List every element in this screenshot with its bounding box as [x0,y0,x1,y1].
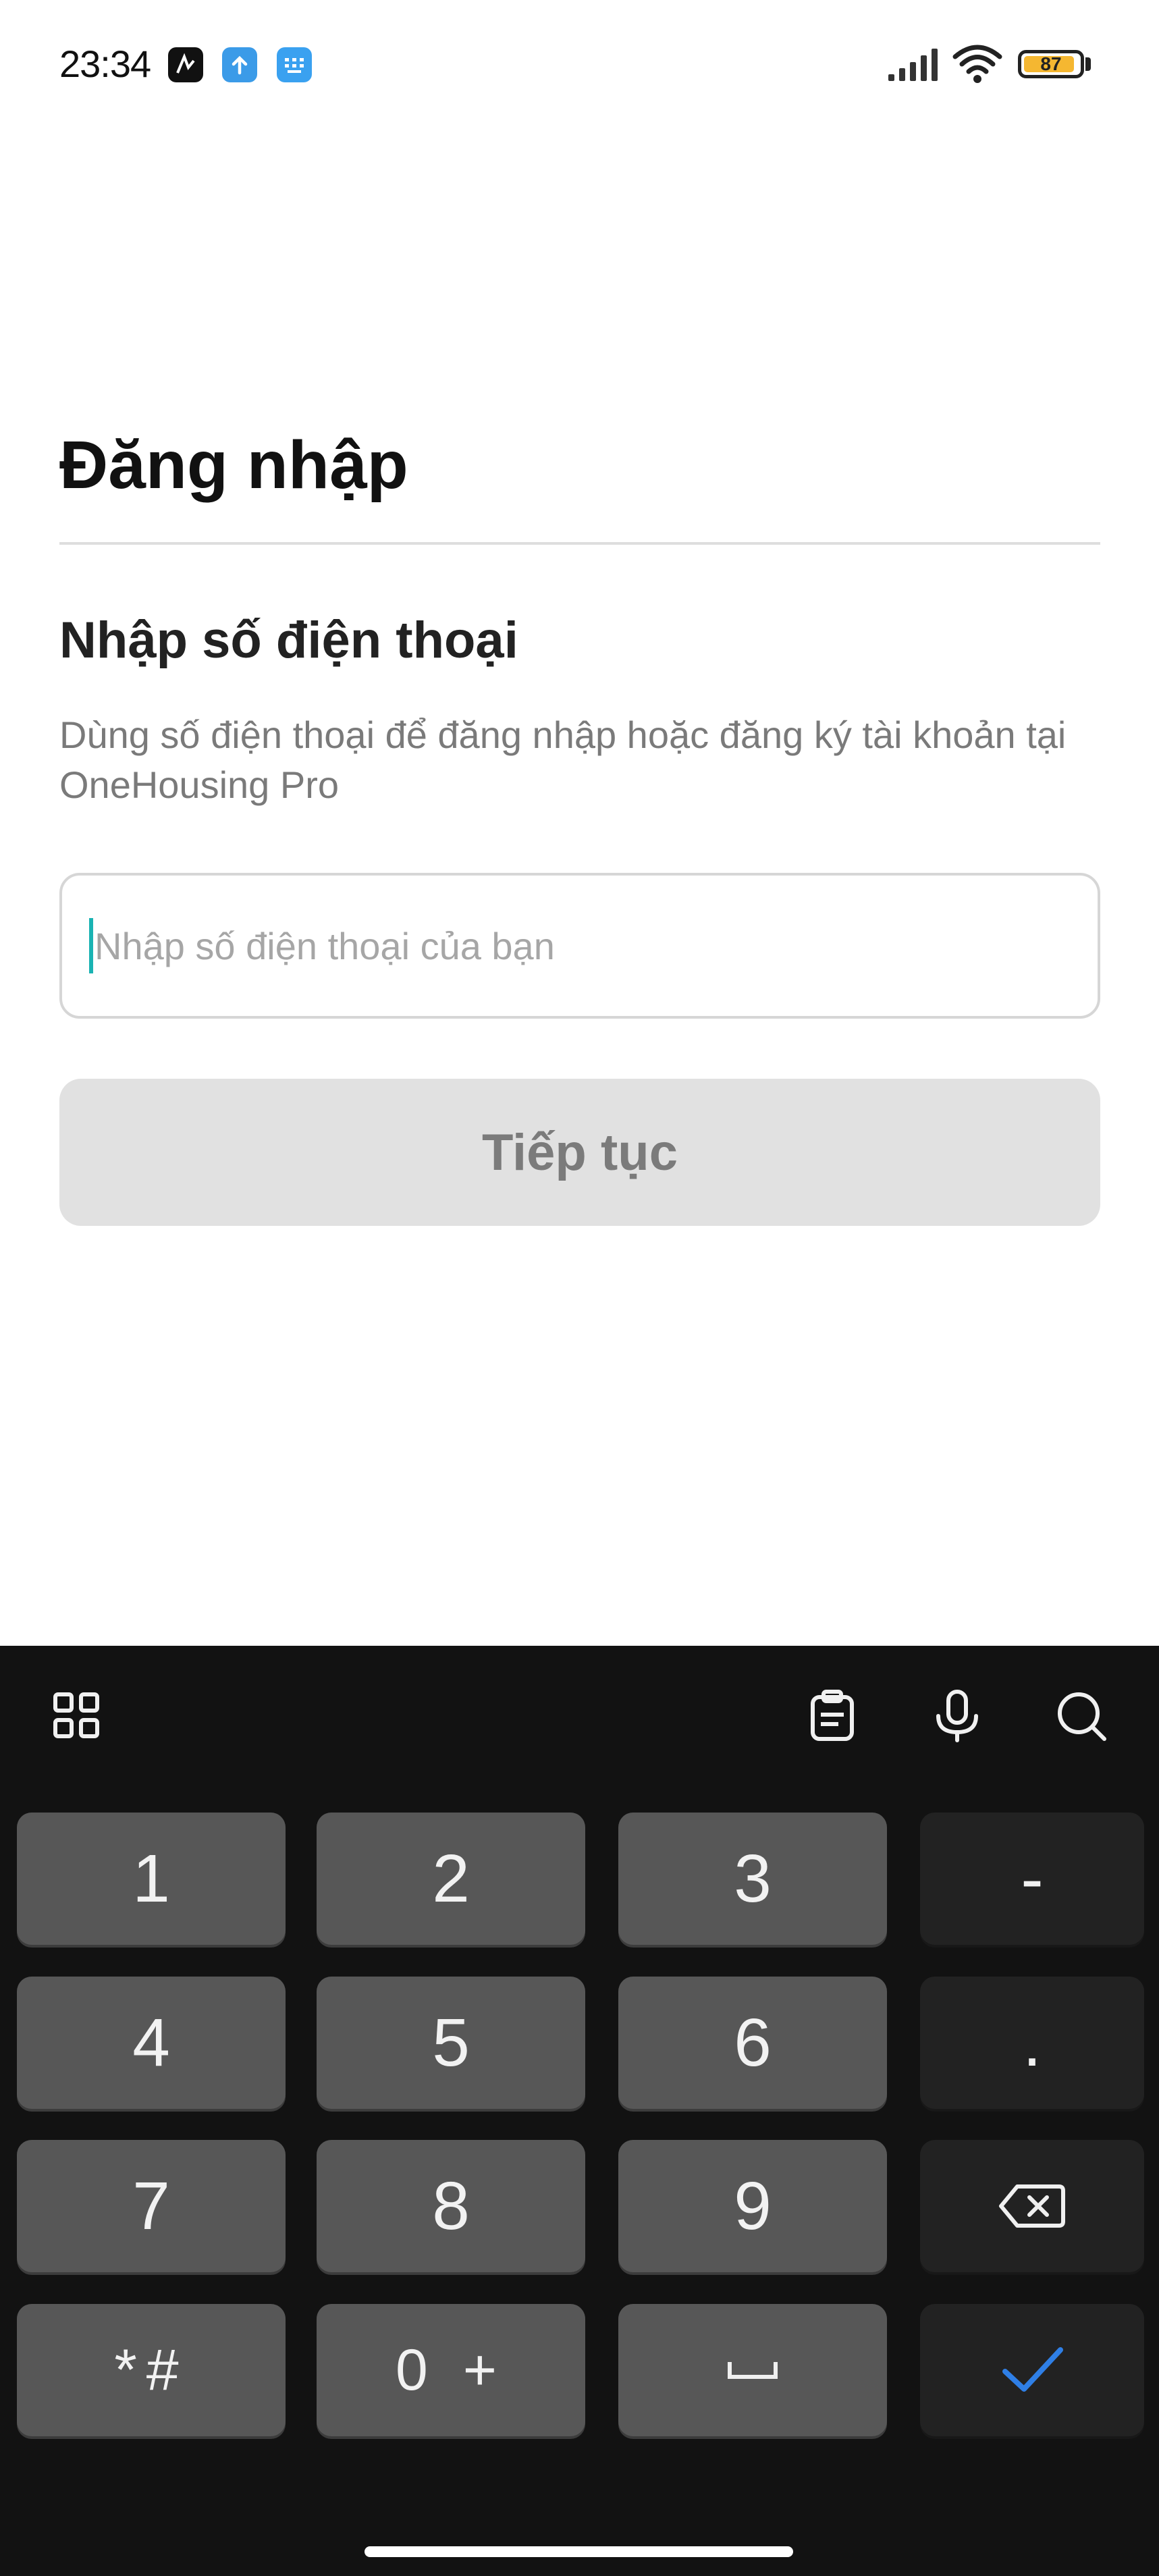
key-8[interactable]: 8 [317,2140,585,2272]
text-caret [89,918,93,973]
battery-nub [1085,57,1091,71]
notification-app-icon [168,47,203,82]
phone-input-field[interactable] [59,873,1100,1019]
apps-grid-icon[interactable] [45,1684,109,1748]
key-symbols[interactable]: *# [17,2304,286,2436]
search-icon[interactable] [1049,1684,1114,1748]
key-7[interactable]: 7 [17,2140,286,2272]
key-dot[interactable]: . [920,1977,1144,2109]
title-divider [59,542,1100,545]
upload-icon [222,47,257,82]
key-1[interactable]: 1 [17,1813,286,1945]
login-screen: 23:34 87 Đăng nhập Nhập số điện thoại Dù… [0,0,1159,2576]
backspace-icon [999,2184,1065,2228]
space-icon [728,2362,778,2379]
battery-level: 87 [1040,53,1062,74]
done-key[interactable] [920,2304,1144,2436]
key-0-plus[interactable]: 0 + [317,2304,585,2436]
key-5[interactable]: 5 [317,1977,585,2109]
phone-number-input[interactable] [95,876,1067,1016]
home-indicator[interactable] [365,2546,793,2557]
key-6[interactable]: 6 [618,1977,887,2109]
key-4[interactable]: 4 [17,1977,286,2109]
space-key[interactable] [618,2304,887,2436]
clipboard-icon[interactable] [801,1684,865,1748]
battery-icon: 87 [1018,50,1084,78]
backspace-key[interactable] [920,2140,1144,2272]
keyboard-app-icon [277,47,312,82]
continue-button[interactable]: Tiếp tục [59,1079,1100,1226]
check-icon [1002,2347,1063,2392]
key-2[interactable]: 2 [317,1813,585,1945]
numeric-keyboard [0,1646,1159,2576]
phone-section-description: Dùng số điện thoại để đăng nhập hoặc đăn… [59,714,1067,806]
wifi-icon [952,45,1002,83]
key-3[interactable]: 3 [618,1813,887,1945]
signal-icon [888,49,938,81]
microphone-icon[interactable] [925,1684,990,1748]
status-time: 23:34 [59,43,151,85]
phone-section-heading: Nhập số điện thoại [59,612,518,669]
key-9[interactable]: 9 [618,2140,887,2272]
key-dash[interactable]: - [920,1813,1144,1945]
page-title: Đăng nhập [59,427,408,503]
